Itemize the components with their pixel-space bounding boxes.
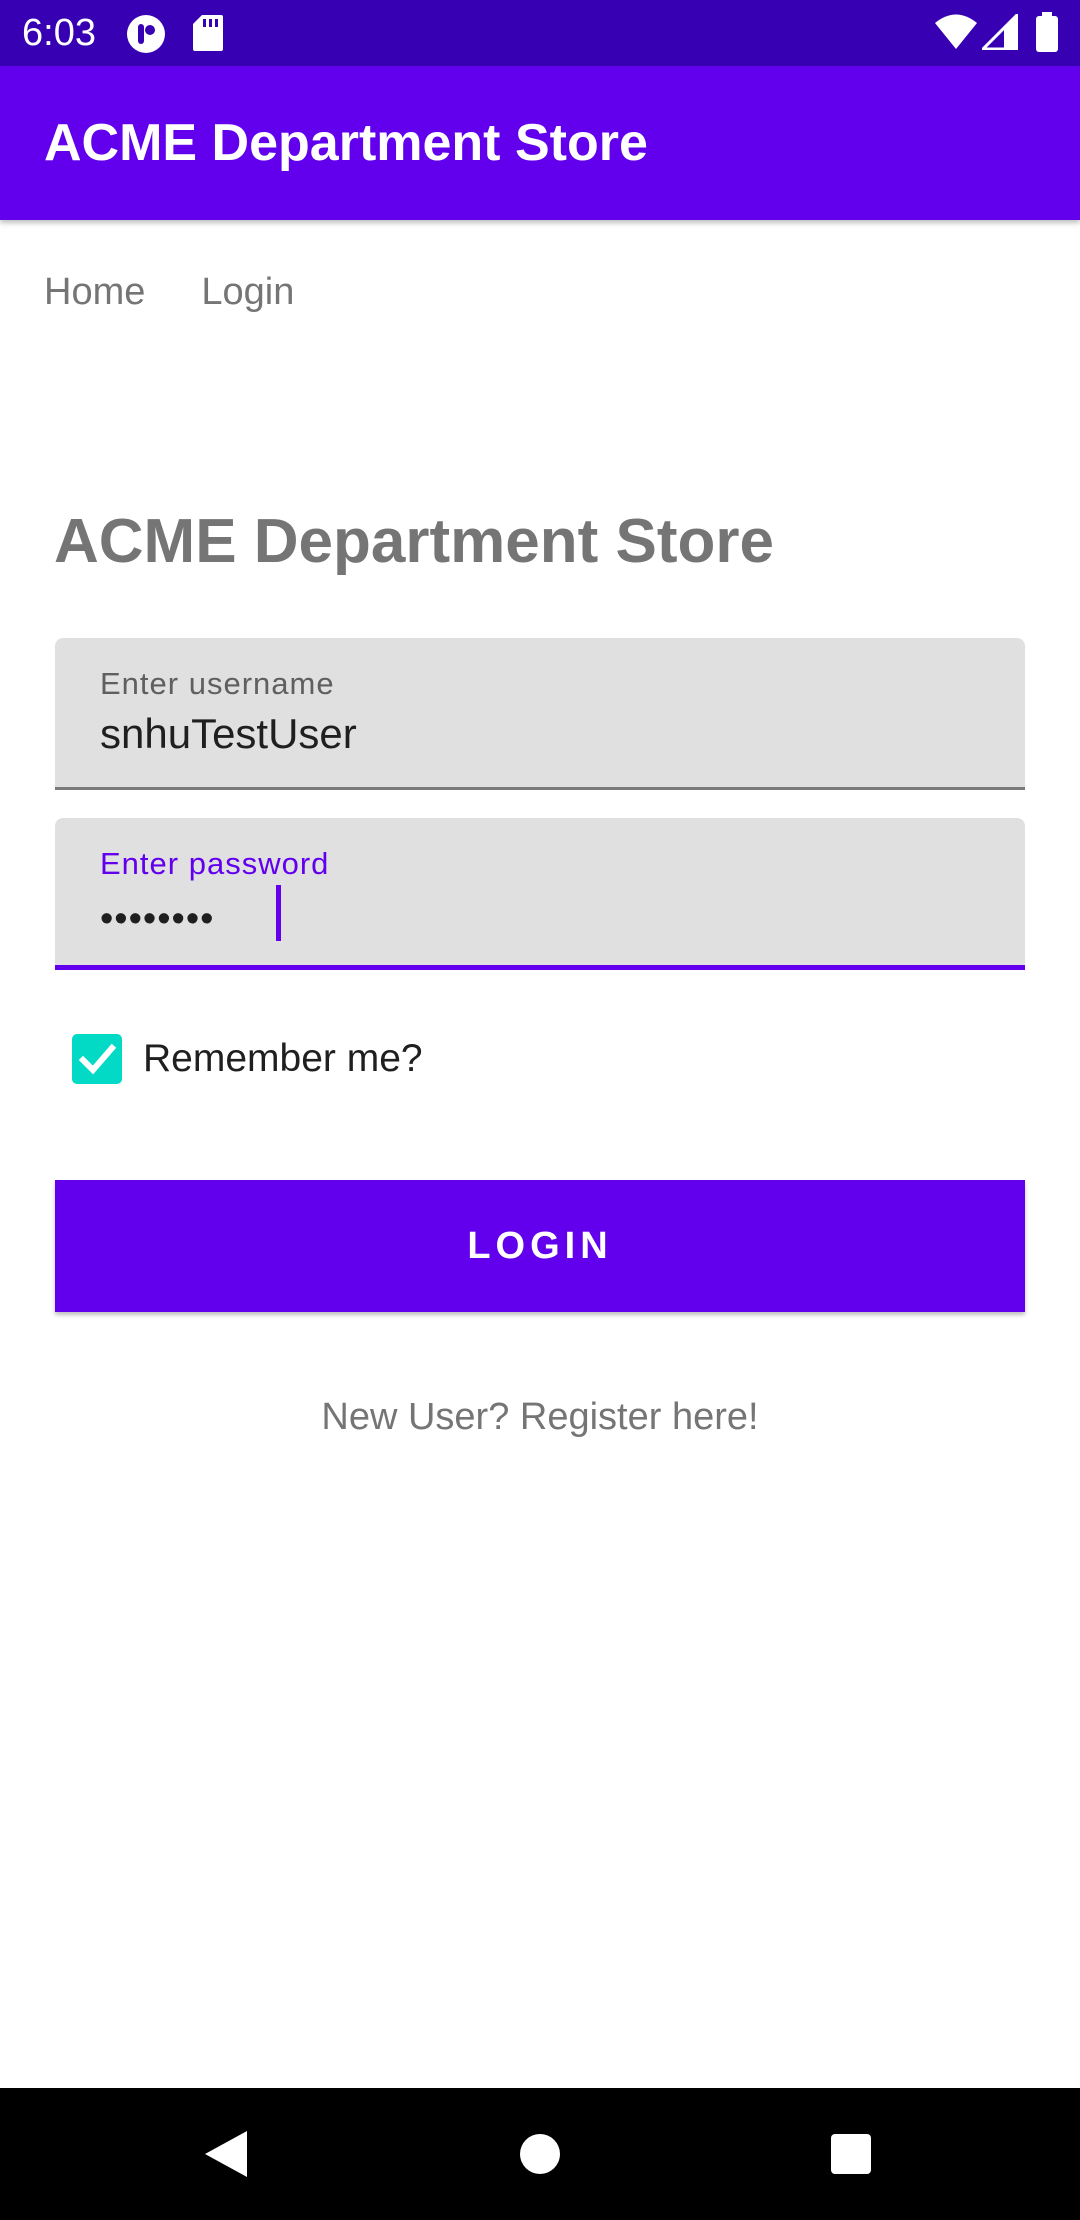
nav-item-login[interactable]: Login bbox=[201, 262, 294, 322]
battery-icon bbox=[1036, 12, 1058, 52]
wifi-icon bbox=[934, 14, 978, 50]
app-title: ACME Department Store bbox=[44, 114, 648, 172]
register-link[interactable]: New User? Register here! bbox=[0, 1396, 1080, 1439]
system-navigation-bar bbox=[0, 2088, 1080, 2220]
remember-me-checkbox[interactable]: Remember me? bbox=[72, 1030, 423, 1088]
login-button[interactable]: LOGIN bbox=[55, 1180, 1025, 1312]
recents-icon[interactable] bbox=[826, 2088, 876, 2220]
signal-icon bbox=[982, 14, 1018, 50]
username-label: Enter username bbox=[100, 666, 335, 701]
page-title: ACME Department Store bbox=[54, 507, 774, 576]
password-label: Enter password bbox=[100, 846, 330, 881]
home-icon[interactable] bbox=[510, 2088, 570, 2220]
username-value: snhuTestUser bbox=[100, 710, 357, 757]
password-field[interactable]: Enter password •••••••• bbox=[55, 818, 1025, 970]
app-bar: ACME Department Store bbox=[0, 66, 1080, 220]
text-cursor bbox=[276, 885, 281, 941]
top-nav: Home Login bbox=[44, 262, 294, 322]
notification-app-icon bbox=[126, 14, 166, 54]
status-bar: 6:03 bbox=[0, 0, 1080, 66]
remember-me-label: Remember me? bbox=[143, 1037, 423, 1080]
sd-card-icon bbox=[192, 14, 224, 52]
nav-item-home[interactable]: Home bbox=[44, 262, 145, 322]
checkbox-checked-icon[interactable] bbox=[72, 1034, 122, 1084]
password-value: •••••••• bbox=[100, 898, 215, 940]
status-time: 6:03 bbox=[22, 12, 96, 54]
back-icon[interactable] bbox=[196, 2088, 256, 2220]
username-field[interactable]: Enter username snhuTestUser bbox=[55, 638, 1025, 790]
